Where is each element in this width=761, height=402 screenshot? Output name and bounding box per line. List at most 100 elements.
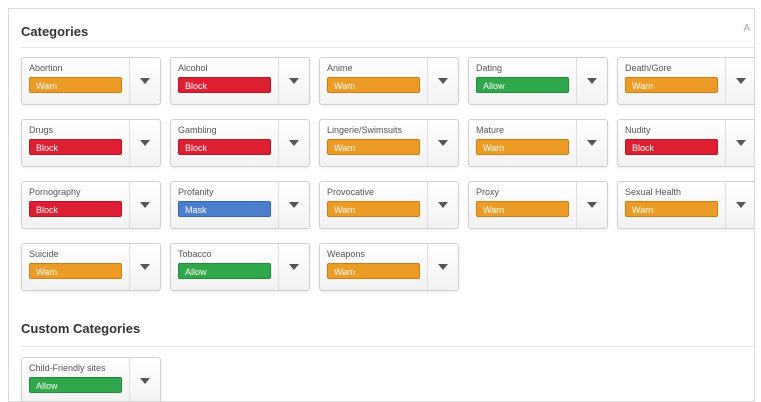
chevron-down-icon — [140, 378, 150, 384]
category-label: Tobacco — [178, 249, 212, 259]
status-dropdown-button[interactable] — [725, 182, 754, 228]
category-label: Provocative — [327, 187, 375, 197]
status-dropdown-button[interactable] — [427, 182, 458, 228]
category-card: Profanity Mask — [170, 181, 310, 229]
category-card: Sexual Health Warn — [617, 181, 754, 229]
chevron-down-icon — [736, 202, 746, 208]
chevron-down-icon — [736, 78, 746, 84]
category-card: Lingerie/Swimsuits Warn — [319, 119, 459, 167]
status-badge[interactable]: Warn — [327, 263, 420, 279]
status-dropdown-button[interactable] — [427, 244, 458, 290]
category-card: Nudity Block — [617, 119, 754, 167]
category-card: Pornography Block — [21, 181, 161, 229]
status-badge[interactable]: Allow — [29, 377, 122, 393]
category-label: Abortion — [29, 63, 63, 73]
status-dropdown-button[interactable] — [129, 182, 160, 228]
chevron-down-icon — [587, 140, 597, 146]
chevron-down-icon — [438, 202, 448, 208]
category-label: Dating — [476, 63, 503, 73]
status-badge[interactable]: Block — [178, 77, 271, 93]
category-card: Suicide Warn — [21, 243, 161, 291]
chevron-down-icon — [140, 202, 150, 208]
status-badge[interactable]: Warn — [625, 77, 718, 93]
status-badge[interactable]: Block — [29, 201, 122, 217]
status-badge[interactable]: Allow — [178, 263, 271, 279]
category-label: Anime — [327, 63, 353, 73]
chevron-down-icon — [140, 264, 150, 270]
category-label: Death/Gore — [625, 63, 672, 73]
status-dropdown-button[interactable] — [427, 120, 458, 166]
status-badge[interactable]: Warn — [625, 201, 718, 217]
status-dropdown-button[interactable] — [576, 120, 607, 166]
status-dropdown-button[interactable] — [725, 58, 754, 104]
status-dropdown-button[interactable] — [129, 358, 160, 401]
chevron-down-icon — [289, 264, 299, 270]
status-dropdown-button[interactable] — [576, 182, 607, 228]
category-label: Gambling — [178, 125, 217, 135]
status-dropdown-button[interactable] — [278, 58, 309, 104]
status-dropdown-button[interactable] — [129, 244, 160, 290]
category-card: Gambling Block — [170, 119, 310, 167]
chevron-down-icon — [289, 202, 299, 208]
category-label: Mature — [476, 125, 505, 135]
status-dropdown-button[interactable] — [278, 244, 309, 290]
status-dropdown-button[interactable] — [129, 58, 160, 104]
status-dropdown-button[interactable] — [427, 58, 458, 104]
category-card: Drugs Block — [21, 119, 161, 167]
status-badge[interactable]: Block — [29, 139, 122, 155]
category-card: Child-Friendly sites Allow — [21, 357, 161, 401]
chevron-down-icon — [438, 140, 448, 146]
divider — [21, 346, 754, 347]
category-card: Proxy Warn — [468, 181, 608, 229]
chevron-down-icon — [289, 78, 299, 84]
status-dropdown-button[interactable] — [129, 120, 160, 166]
category-label: Nudity — [625, 125, 651, 135]
categories-title: Categories — [21, 24, 89, 39]
categories-panel: Categories A Abortion Warn Alcohol Block Ani… — [8, 8, 755, 402]
category-label: Profanity — [178, 187, 214, 197]
status-badge[interactable]: Allow — [476, 77, 569, 93]
category-card: Mature Warn — [468, 119, 608, 167]
category-label: Sexual Health — [625, 187, 682, 197]
category-card: Provocative Warn — [319, 181, 459, 229]
category-label: Suicide — [29, 249, 59, 259]
status-dropdown-button[interactable] — [725, 120, 754, 166]
category-label: Drugs — [29, 125, 54, 135]
status-dropdown-button[interactable] — [278, 182, 309, 228]
status-badge[interactable]: Block — [625, 139, 718, 155]
status-badge[interactable]: Warn — [327, 201, 420, 217]
category-card: Weapons Warn — [319, 243, 459, 291]
category-label: Child-Friendly sites — [29, 363, 106, 373]
category-card: Anime Warn — [319, 57, 459, 105]
category-label: Lingerie/Swimsuits — [327, 125, 403, 135]
category-card: Tobacco Allow — [170, 243, 310, 291]
corner-mark: A — [743, 23, 750, 34]
category-card: Dating Allow — [468, 57, 608, 105]
chevron-down-icon — [289, 140, 299, 146]
chevron-down-icon — [587, 202, 597, 208]
chevron-down-icon — [438, 78, 448, 84]
chevron-down-icon — [140, 78, 150, 84]
category-label: Weapons — [327, 249, 365, 259]
category-label: Alcohol — [178, 63, 208, 73]
status-badge[interactable]: Warn — [29, 263, 122, 279]
chevron-down-icon — [587, 78, 597, 84]
status-dropdown-button[interactable] — [278, 120, 309, 166]
status-badge[interactable]: Warn — [476, 201, 569, 217]
status-badge[interactable]: Warn — [29, 77, 122, 93]
chevron-down-icon — [438, 264, 448, 270]
status-dropdown-button[interactable] — [576, 58, 607, 104]
status-badge[interactable]: Warn — [476, 139, 569, 155]
status-badge[interactable]: Warn — [327, 77, 420, 93]
category-card: Alcohol Block — [170, 57, 310, 105]
status-badge[interactable]: Mask — [178, 201, 271, 217]
category-card: Abortion Warn — [21, 57, 161, 105]
category-card: Death/Gore Warn — [617, 57, 754, 105]
category-label: Pornography — [29, 187, 81, 197]
status-badge[interactable]: Warn — [327, 139, 420, 155]
chevron-down-icon — [736, 140, 746, 146]
custom-categories-title: Custom Categories — [21, 321, 141, 336]
chevron-down-icon — [140, 140, 150, 146]
divider — [21, 47, 754, 48]
status-badge[interactable]: Block — [178, 139, 271, 155]
